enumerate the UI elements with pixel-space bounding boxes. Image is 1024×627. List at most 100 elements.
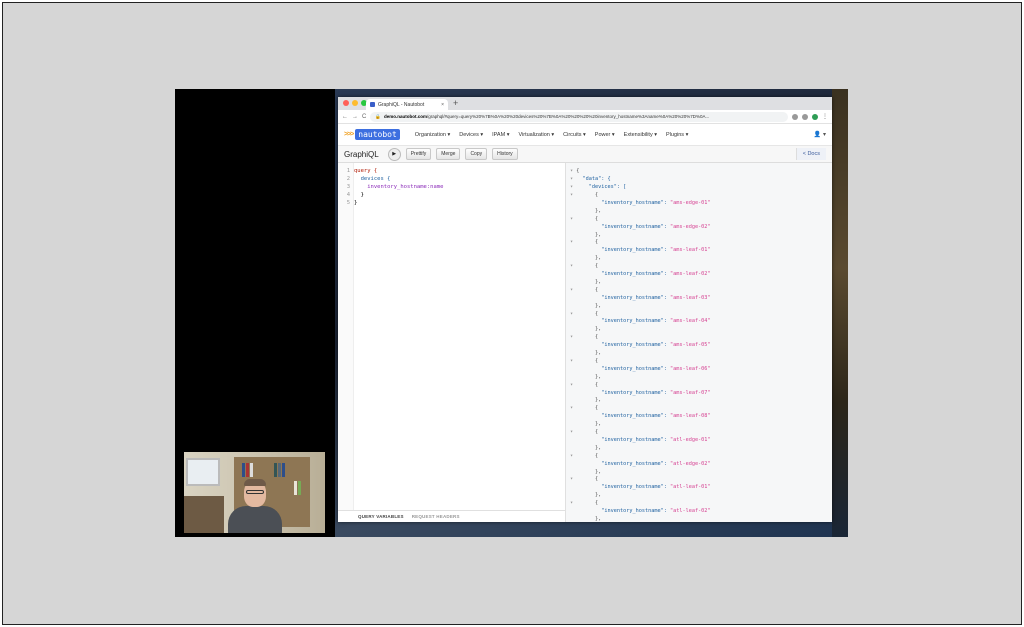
execute-query-button[interactable]: ▶ — [387, 147, 401, 161]
back-icon[interactable]: ← — [342, 114, 348, 120]
hostname-entry: "inventory_hostname": "ams-edge-01" — [601, 199, 711, 206]
result-line: ▾ "devices": [ — [570, 184, 627, 190]
result-line: }, — [570, 231, 602, 238]
close-tab-icon[interactable]: × — [441, 102, 444, 108]
result-line: }, — [570, 326, 602, 333]
code-line: 1 query { — [346, 168, 378, 174]
graphiql-toolbar: GraphiQL ▶ Prettify Merge Copy History <… — [338, 146, 832, 163]
line-gutter — [338, 163, 354, 510]
reload-icon[interactable]: C — [362, 114, 366, 120]
code-line: 2 devices { — [346, 176, 391, 182]
logo-text: nautobot — [355, 129, 400, 140]
browser-tab[interactable]: GraphiQL - Nautobot × — [366, 99, 448, 110]
desktop-edge — [832, 89, 848, 537]
result-line: }, — [570, 515, 602, 522]
lock-icon: 🔒 — [375, 113, 381, 119]
tab-bar: GraphiQL - Nautobot × + — [338, 97, 832, 110]
url-field[interactable]: 🔒 demo.nautobot.com /graphql/#query=quer… — [370, 111, 788, 122]
result-line: }, — [570, 302, 602, 309]
result-line: ▾ { — [570, 215, 599, 222]
result-line: ▾ { — [570, 310, 599, 317]
menu-circuits[interactable]: Circuits ▾ — [563, 132, 586, 138]
hostname-entry: "inventory_hostname": "ams-leaf-03" — [601, 294, 711, 301]
result-line: ▾ { — [570, 334, 599, 341]
code-line: 3 inventory_hostname:name — [346, 184, 444, 190]
result-line: }, — [570, 373, 602, 380]
room-window — [186, 458, 220, 486]
result-line: ▾ { — [570, 500, 599, 507]
result-line: ▾ { — [570, 405, 599, 412]
code-line: 4 } — [346, 192, 364, 198]
url-domain: demo.nautobot.com — [383, 114, 427, 119]
hostname-entry: "inventory_hostname": "ams-leaf-02" — [601, 271, 711, 277]
result-line: }, — [570, 444, 602, 451]
graphiql-title: GraphiQL — [344, 149, 379, 159]
result-line: }, — [570, 421, 602, 428]
tab-title: GraphiQL - Nautobot — [378, 101, 425, 108]
request-headers-tab[interactable]: REQUEST HEADERS — [412, 514, 460, 519]
app-navbar: >>> nautobot Organization ▾ Devices ▾ IP… — [338, 124, 832, 146]
close-window-button[interactable] — [343, 100, 349, 106]
result-line: ▾ { — [570, 168, 580, 174]
nautobot-favicon-icon — [370, 102, 375, 107]
window-controls — [343, 100, 367, 106]
menu-power[interactable]: Power ▾ — [595, 132, 615, 138]
profile-avatar-icon[interactable] — [812, 113, 818, 120]
result-line: ▾ { — [570, 263, 599, 270]
query-variables-tab[interactable]: QUERY VARIABLES — [358, 514, 404, 519]
address-bar-row: ← → C 🔒 demo.nautobot.com /graphql/#quer… — [338, 110, 832, 124]
puzzle-icon[interactable] — [802, 113, 808, 120]
menu-plugins[interactable]: Plugins ▾ — [666, 132, 688, 138]
copy-button[interactable]: Copy — [465, 148, 488, 160]
hostname-entry: "inventory_hostname": "ams-leaf-06" — [601, 365, 711, 372]
result-line: ▾ { — [570, 429, 599, 435]
menu-organization[interactable]: Organization ▾ — [415, 132, 450, 138]
merge-button[interactable]: Merge — [436, 148, 461, 160]
logo-arrows-icon: >>> — [344, 131, 354, 138]
menu-virtualization[interactable]: Virtualization ▾ — [518, 132, 554, 138]
user-menu-icon[interactable]: 👤 ▾ — [814, 131, 826, 138]
code-line: 5} — [346, 200, 358, 206]
result-line: ▾ { — [570, 357, 599, 364]
result-line: ▾ { — [570, 476, 599, 483]
forward-icon[interactable]: → — [352, 114, 358, 120]
browser-window: GraphiQL - Nautobot × + ← → C 🔒 demo.nau… — [338, 97, 832, 522]
history-button[interactable]: History — [492, 148, 518, 160]
result-line: ▾ { — [570, 452, 599, 459]
result-line: ▾ { — [570, 239, 599, 246]
more-menu-icon[interactable]: ⋮ — [822, 113, 828, 120]
result-line: ▾ { — [570, 381, 599, 388]
hostname-entry: "inventory_hostname": "atl-edge-01" — [601, 436, 711, 443]
desk — [184, 496, 224, 533]
result-line: }, — [570, 492, 602, 499]
result-line: }, — [570, 207, 602, 214]
extension-icon[interactable] — [792, 113, 798, 120]
result-line: ▾ "data": { — [570, 176, 611, 182]
result-line: }, — [570, 255, 602, 262]
result-pane: ▾ { ▾ "data": { ▾ "devices": [ ▾ { "inve… — [566, 163, 832, 522]
url-path: /graphql/#query=query%20%7B%0A%20%20devi… — [426, 114, 710, 119]
query-editor[interactable]: 1 query { 2 devices { 3 inventory_hostnam… — [338, 163, 566, 522]
menu-extensibility[interactable]: Extensibility ▾ — [624, 132, 657, 138]
hostname-entry: "inventory_hostname": "ams-edge-02" — [601, 223, 711, 230]
hostname-entry: "inventory_hostname": "ams-leaf-07" — [601, 389, 711, 396]
hostname-entry: "inventory_hostname": "atl-leaf-02" — [601, 508, 711, 514]
prettify-button[interactable]: Prettify — [405, 148, 432, 160]
new-tab-button[interactable]: + — [453, 98, 458, 109]
graphiql-panes: 1 query { 2 devices { 3 inventory_hostnam… — [338, 163, 832, 522]
hostname-entry: "inventory_hostname": "atl-edge-02" — [601, 460, 711, 467]
result-line: ▾ { — [570, 286, 599, 293]
menu-devices[interactable]: Devices ▾ — [459, 132, 483, 138]
result-line: }, — [570, 350, 602, 356]
hostname-entry: "inventory_hostname": "ams-leaf-01" — [601, 247, 711, 254]
nautobot-logo[interactable]: >>> nautobot — [344, 129, 400, 140]
hostname-entry: "inventory_hostname": "ams-leaf-08" — [601, 413, 711, 420]
result-line: }, — [570, 468, 602, 475]
result-line: }, — [570, 397, 602, 404]
result-line: ▾ { — [570, 192, 599, 198]
presenter — [228, 479, 282, 533]
hostname-entry: "inventory_hostname": "ams-leaf-05" — [601, 342, 711, 349]
menu-ipam[interactable]: IPAM ▾ — [492, 132, 509, 138]
docs-button[interactable]: < Docs — [795, 148, 826, 160]
minimize-window-button[interactable] — [352, 100, 358, 106]
